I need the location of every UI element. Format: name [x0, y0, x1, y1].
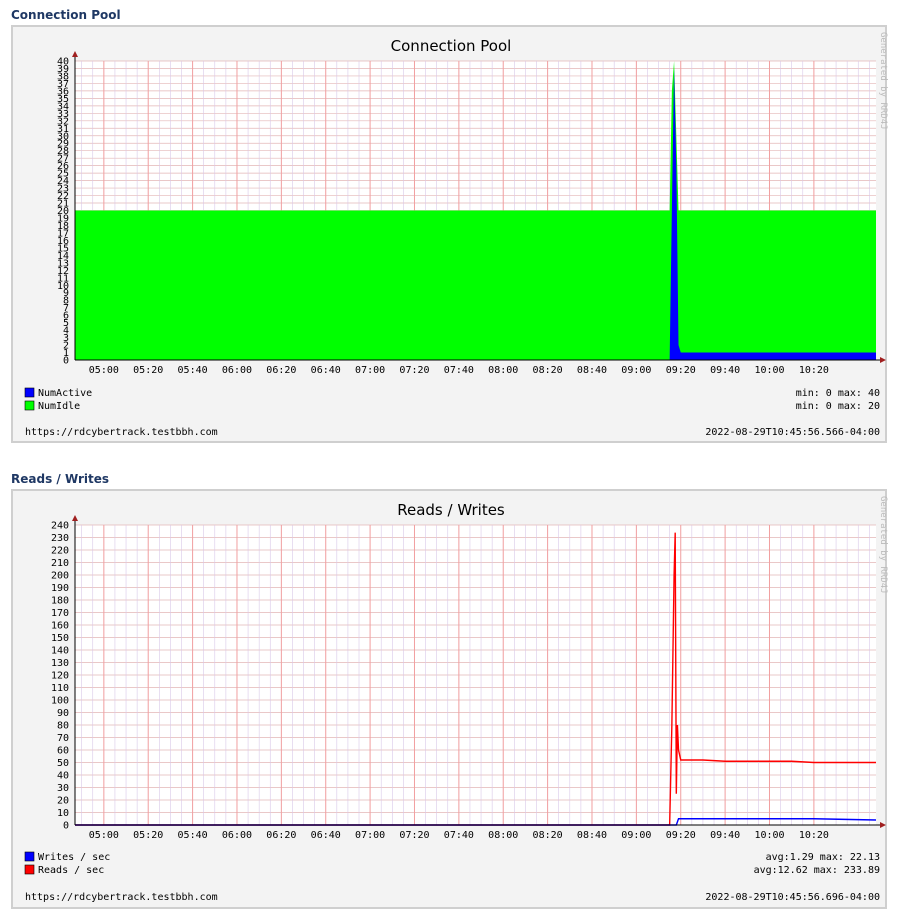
x-axis-arrow: [880, 822, 886, 828]
watermark-text: Generated by RRD4J: [878, 496, 888, 594]
y-tick-label: 160: [51, 621, 69, 632]
legend-stats: avg:1.29 max: 22.13: [766, 852, 880, 863]
y-tick-label: 50: [57, 758, 69, 769]
chart-panel-connection-pool: Connection Pool Generated by RRD4J 0 1 2 3 4 5 6…: [11, 25, 888, 443]
legend-stats: avg:12.62 max: 233.89: [754, 865, 880, 876]
y-tick-label: 100: [51, 696, 69, 707]
legend-swatch: [24, 387, 35, 398]
y-tick-label: 30: [57, 783, 69, 794]
y-tick-label: 150: [51, 633, 69, 644]
x-tick-label: 08:00: [488, 365, 518, 376]
y-axis-arrow: [72, 51, 78, 57]
footer-timestamp: 2022-08-29T10:45:56.566-04:00: [705, 427, 880, 438]
y-tick-label: 130: [51, 658, 69, 669]
y-tick-label: 0: [63, 821, 69, 832]
x-tick-label: 10:20: [799, 830, 829, 841]
x-tick-label: 06:20: [266, 365, 296, 376]
x-tick-label: 08:20: [533, 830, 563, 841]
x-tick-label: 09:40: [710, 365, 740, 376]
y-tick-label: 140: [51, 646, 69, 657]
y-axis-arrow: [72, 515, 78, 521]
x-tick-label: 07:20: [399, 365, 429, 376]
x-tick-label: 07:20: [399, 830, 429, 841]
x-tick-label: 10:20: [799, 365, 829, 376]
x-tick-label: 09:40: [710, 830, 740, 841]
x-tick-label: 06:00: [222, 830, 252, 841]
y-tick-label: 20: [57, 796, 69, 807]
legend-stats: min: 0 max: 20: [796, 401, 880, 412]
reads-writes-chart: Reads / Writes Generated by RRD4J 0 1020 304…: [24, 496, 888, 903]
legend-label: NumIdle: [38, 401, 80, 412]
legend-swatch: [24, 864, 35, 875]
x-axis-arrow: [880, 357, 886, 363]
x-tick-label: 07:40: [444, 365, 474, 376]
legend-stats: min: 0 max: 40: [796, 388, 880, 399]
footer-url: https://rdcybertrack.testbbh.com: [25, 427, 218, 438]
y-tick-label: 220: [51, 546, 69, 557]
x-tick-label: 06:00: [222, 365, 252, 376]
y-tick-label: 170: [51, 608, 69, 619]
y-tick-label: 120: [51, 671, 69, 682]
y-tick-label: 200: [51, 571, 69, 582]
x-tick-label: 06:40: [311, 830, 341, 841]
legend-label: Writes / sec: [38, 852, 110, 863]
x-tick-label: 10:00: [754, 365, 784, 376]
y-tick-label: 60: [57, 746, 69, 757]
y-tick-label: 10: [57, 808, 69, 819]
connection-pool-chart: Connection Pool Generated by RRD4J0123456…: [24, 32, 888, 438]
chart-panel-reads-writes: Reads / Writes Generated by RRD4J 0 10 20 30 4…: [11, 489, 888, 909]
chart-title: Connection Pool: [391, 37, 512, 55]
footer-timestamp: 2022-08-29T10:45:56.696-04:00: [705, 892, 880, 903]
x-tick-label: 08:40: [577, 365, 607, 376]
x-tick-label: 05:20: [133, 830, 163, 841]
footer-url: https://rdcybertrack.testbbh.com: [25, 892, 218, 903]
x-tick-label: 09:20: [666, 365, 696, 376]
y-tick-label: 190: [51, 583, 69, 594]
chart-title: Reads / Writes: [397, 501, 505, 519]
y-tick-label: 180: [51, 596, 69, 607]
x-tick-label: 05:00: [89, 830, 119, 841]
watermark-text: Generated by RRD4J: [878, 32, 888, 130]
x-tick-label: 09:20: [666, 830, 696, 841]
x-tick-label: 05:00: [89, 365, 119, 376]
x-tick-label: 07:40: [444, 830, 474, 841]
legend-label: Reads / sec: [38, 865, 104, 876]
x-tick-label: 06:20: [266, 830, 296, 841]
x-tick-label: 09:00: [621, 365, 651, 376]
y-tick-label: 70: [57, 733, 69, 744]
x-tick-label: 05:40: [178, 830, 208, 841]
y-tick-label: 240: [51, 521, 69, 532]
legend-label: NumActive: [38, 388, 92, 399]
x-tick-label: 06:40: [311, 365, 341, 376]
x-tick-label: 07:00: [355, 365, 385, 376]
y-tick-label: 40: [57, 771, 69, 782]
y-tick-label: 230: [51, 533, 69, 544]
x-tick-label: 09:00: [621, 830, 651, 841]
legend-swatch: [24, 851, 35, 862]
section-title-reads-writes: Reads / Writes: [11, 472, 110, 486]
x-tick-label: 08:00: [488, 830, 518, 841]
x-tick-label: 10:00: [754, 830, 784, 841]
x-tick-label: 05:40: [178, 365, 208, 376]
y-tick-label: 80: [57, 721, 69, 732]
y-tick-label: 90: [57, 708, 69, 719]
section-title-connection-pool: Connection Pool: [11, 8, 121, 22]
y-tick-label: 210: [51, 558, 69, 569]
x-tick-label: 05:20: [133, 365, 163, 376]
x-tick-label: 07:00: [355, 830, 385, 841]
y-tick-label: 110: [51, 683, 69, 694]
x-tick-label: 08:40: [577, 830, 607, 841]
y-tick-label: 40: [57, 57, 69, 68]
legend-swatch: [24, 400, 35, 411]
x-tick-label: 08:20: [533, 365, 563, 376]
